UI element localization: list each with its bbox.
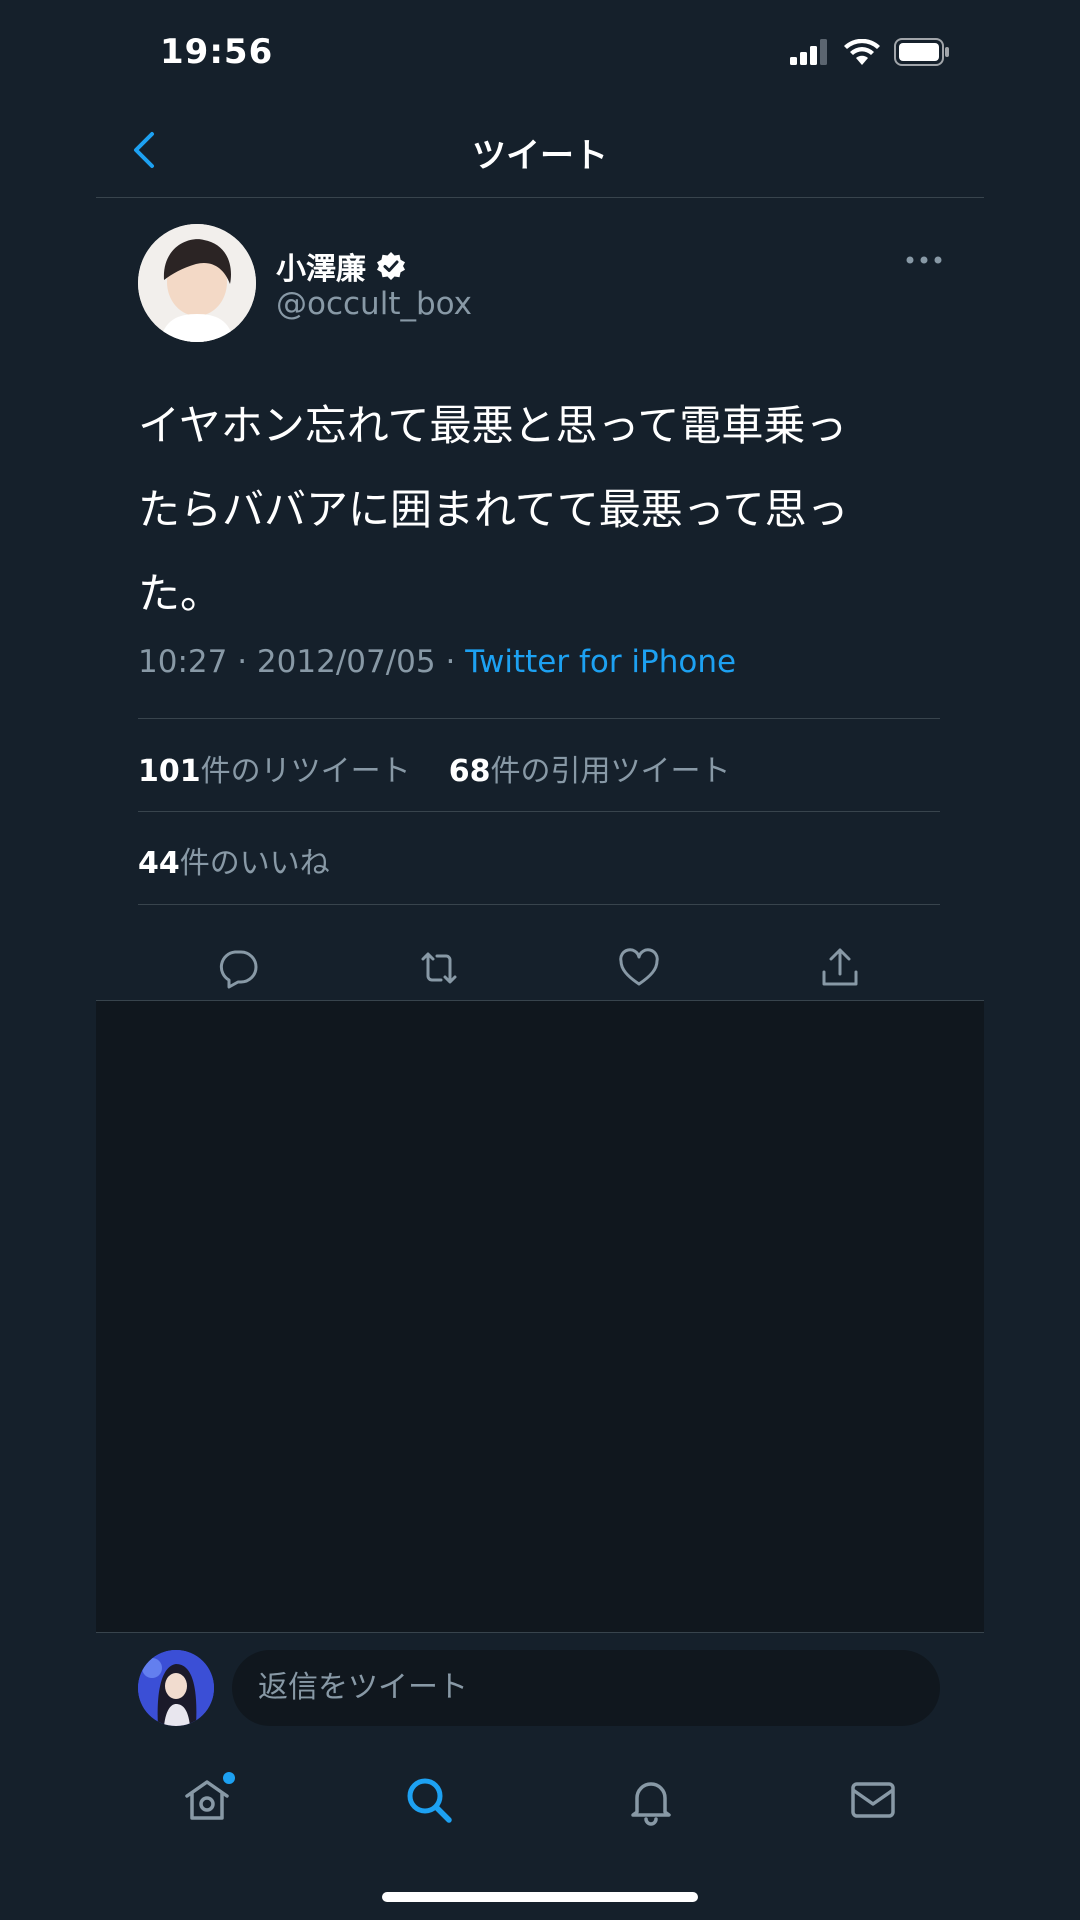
retweet-stats-row: 101件のリツイート 68件の引用ツイート <box>138 746 731 790</box>
tweet-source-link[interactable]: Twitter for iPhone <box>465 644 736 680</box>
status-icons <box>790 38 950 66</box>
meta-separator: · <box>237 644 257 680</box>
tweet-date: 2012/07/05 <box>256 644 436 680</box>
more-horizontal-icon[interactable] <box>904 250 944 270</box>
quote-count: 68 <box>448 754 491 789</box>
tweet-text: イヤホン忘れて最悪と思って電車乗っ たらババアに囲まれてて最悪って思っ た。 <box>138 384 948 636</box>
tweet-text-line: た。 <box>138 569 223 618</box>
share-icon[interactable] <box>818 946 862 990</box>
tab-search[interactable] <box>403 1774 455 1826</box>
bell-icon <box>631 1782 671 1826</box>
replies-area <box>96 1000 984 1632</box>
verified-badge-icon <box>377 252 405 280</box>
notification-dot <box>223 1772 235 1784</box>
author-avatar[interactable] <box>138 224 256 342</box>
author-name[interactable]: 小澤廉 <box>276 244 366 288</box>
user-avatar[interactable] <box>138 1650 214 1726</box>
heart-icon[interactable] <box>617 946 661 990</box>
quote-label: 件の引用ツイート <box>490 754 731 789</box>
tab-notifications[interactable] <box>625 1774 677 1826</box>
search-icon <box>407 1778 452 1823</box>
quotes-link[interactable]: 68件の引用ツイート <box>449 754 731 789</box>
author-handle[interactable]: @occult_box <box>276 286 472 322</box>
battery-icon <box>894 38 949 66</box>
meta-separator: · <box>445 644 466 680</box>
reply-input[interactable]: 返信をツイート <box>232 1650 940 1726</box>
like-stats-row: 44件のいいね <box>138 838 330 882</box>
tweet-text-line: たらババアに囲まれてて最悪って思っ <box>138 485 849 534</box>
status-time: 19:56 <box>160 32 274 72</box>
divider <box>138 811 940 812</box>
retweet-count: 101 <box>138 754 201 789</box>
tweet-text-line: イヤホン忘れて最悪と思って電車乗っ <box>138 401 848 450</box>
like-label: 件のいいね <box>179 846 330 881</box>
author-name-wrap: 小澤廉 <box>276 244 406 288</box>
user-avatar-image <box>138 1650 214 1726</box>
divider <box>138 718 940 719</box>
retweet-icon[interactable] <box>417 946 461 990</box>
wifi-icon <box>844 39 880 65</box>
author-row: 小澤廉 @occult_box <box>96 198 984 348</box>
comment-icon[interactable] <box>216 946 260 990</box>
tweet-detail: 小澤廉 @occult_box イヤホン忘れて最悪と思って電車乗っ たらババアに… <box>96 198 984 989</box>
mail-icon <box>851 1782 895 1818</box>
tab-bar <box>96 1750 984 1850</box>
retweet-label: 件のリツイート <box>200 754 411 789</box>
tweet-time: 10:27 <box>138 644 228 680</box>
tab-home[interactable] <box>181 1772 235 1826</box>
divider <box>138 904 940 905</box>
retweets-link[interactable]: 101件のリツイート <box>138 754 411 789</box>
nav-header: ツイート <box>96 100 984 198</box>
reply-bar: 返信をツイート <box>96 1632 984 1732</box>
tweet-meta: 10:27 · 2012/07/05 · Twitter for iPhone <box>138 644 736 680</box>
page-title: ツイート <box>472 136 608 176</box>
like-count: 44 <box>138 846 180 881</box>
likes-link[interactable]: 44件のいいね <box>138 846 330 881</box>
author-avatar-image <box>138 224 256 342</box>
home-indicator[interactable] <box>382 1892 698 1902</box>
tab-messages[interactable] <box>847 1774 899 1826</box>
signal-icon <box>790 39 827 65</box>
status-bar: 19:56 <box>0 0 1080 100</box>
